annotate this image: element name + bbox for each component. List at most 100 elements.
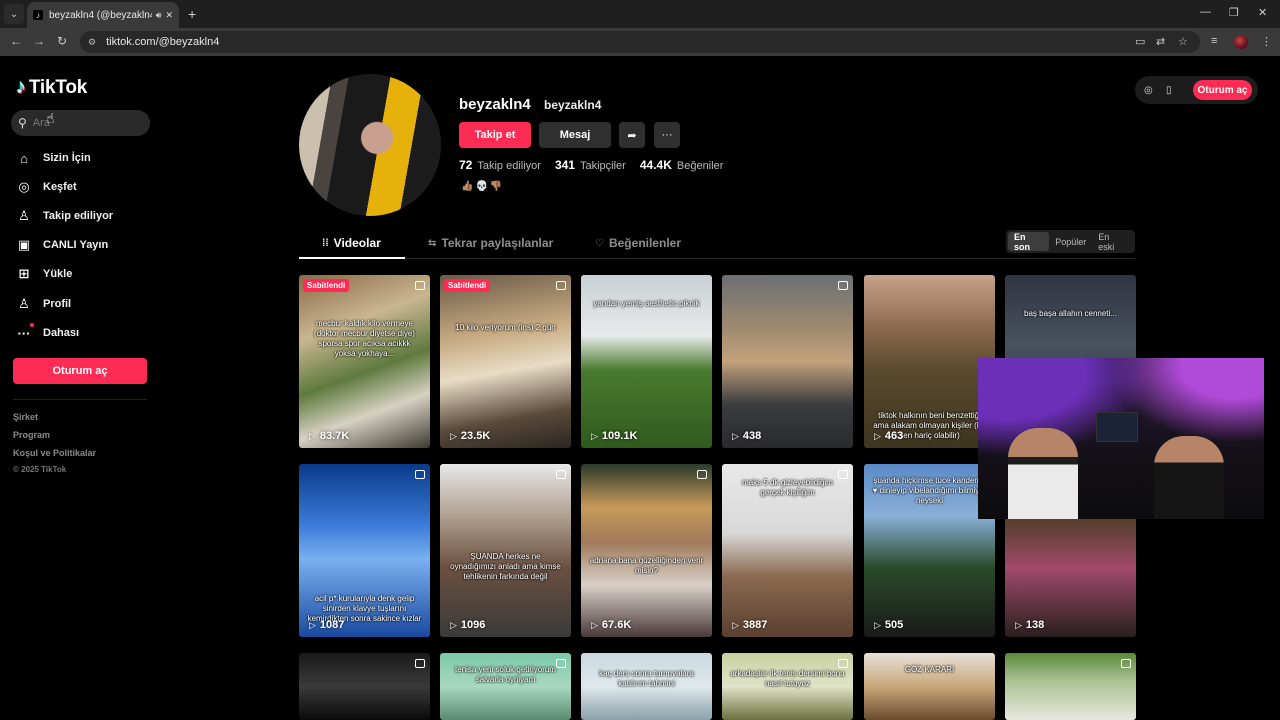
share-button[interactable]: ➦	[619, 122, 645, 148]
reload-icon[interactable]: ↻	[57, 34, 67, 48]
footer-link-program[interactable]: Program	[13, 430, 50, 440]
sidebar-item-label: CANLI Yayın	[43, 239, 109, 251]
video-thumbnail[interactable]: tiktok halkının beni benzettiği ama alak…	[864, 275, 995, 448]
search-box[interactable]: ⚲	[11, 110, 150, 136]
play-icon: ▷	[450, 430, 457, 441]
play-icon: ▷	[450, 619, 457, 630]
sort-oldest[interactable]: En eski	[1092, 232, 1133, 252]
video-caption: şuanda hiçkimse tuce kandemir ♥ dinleyip…	[872, 476, 987, 505]
window-close-icon[interactable]: ✕	[1258, 6, 1267, 19]
video-thumbnail[interactable]: Sabitlendi mecbur kaldık kilo vermeye (do…	[299, 275, 430, 448]
copyright-text: © 2025 TikTok	[13, 465, 67, 474]
view-count-value: 3887	[742, 619, 768, 631]
video-thumbnail[interactable]: arkadaşlar ilk tenis dersimi bonu nasıl …	[722, 653, 853, 720]
restore-icon[interactable]: ❐	[1229, 6, 1239, 19]
video-thumbnail[interactable]: Sabitlendi 10 kilo veriyorum (ins) 2 gün ▷…	[440, 275, 571, 448]
compass-icon[interactable]: ◎	[1144, 85, 1153, 96]
sidebar-login-button[interactable]: Oturum aç	[13, 358, 147, 384]
sort-latest[interactable]: En son	[1008, 232, 1050, 252]
play-icon: ▷	[591, 619, 598, 630]
footer-link-company[interactable]: Şirket	[13, 412, 38, 422]
repost-icon: ⇆	[428, 237, 437, 249]
video-thumbnail[interactable]	[299, 653, 430, 720]
sidebar-item-label: Keşfet	[43, 181, 77, 193]
tab-label: Videolar	[333, 236, 381, 250]
active-tab-indicator	[299, 257, 405, 259]
stat-label: Beğeniler	[676, 160, 724, 172]
sidebar-item-explore[interactable]: ◎ Keşfet	[14, 176, 77, 198]
video-thumbnail[interactable]: şuanda hiçkimse tuce kandemir ♥ dinleyip…	[864, 464, 995, 637]
site-info-icon[interactable]: ⚙	[88, 37, 96, 48]
address-bar[interactable]: ⚙ tiktok.com/@beyzakln4	[80, 31, 1200, 53]
mobile-app-icon[interactable]: ▯	[1166, 85, 1172, 96]
sidebar-item-profile[interactable]: ♙ Profil	[14, 293, 71, 315]
video-caption: yandan yemiş aesthetic piknik	[593, 299, 700, 308]
more-options-button[interactable]: ···	[654, 122, 680, 148]
play-icon: ▷	[591, 430, 598, 441]
footer-link-terms[interactable]: Koşul ve Politikalar	[13, 448, 96, 458]
audio-playing-icon[interactable]: 🔊︎	[156, 10, 162, 21]
video-thumbnail[interactable]: adriana bana güzelliğinden verir misin? ▷…	[581, 464, 712, 637]
photo-carousel-icon	[1121, 659, 1131, 668]
browser-tab[interactable]: ♪ beyzakln4 (@beyzakln4) | TikTok 🔊︎ ✕	[27, 2, 179, 28]
stat-likes: 44.4K Beğeniler	[640, 158, 724, 172]
photo-carousel-icon	[415, 470, 425, 479]
video-thumbnail[interactable]	[1005, 653, 1136, 720]
message-button[interactable]: Mesaj	[539, 122, 611, 148]
sort-toggle: En son Popüler En eski	[1006, 230, 1135, 253]
sidebar-item-more[interactable]: ··· Dahası	[14, 322, 79, 344]
back-icon[interactable]: ←	[10, 34, 22, 48]
view-count-value: 505	[884, 619, 904, 631]
sidebar-item-upload[interactable]: ⊞ Yükle	[14, 263, 73, 285]
video-caption: 10 kilo veriyorum (ins) 2 gün	[455, 323, 556, 332]
browser-profile-avatar[interactable]	[1234, 35, 1248, 49]
reading-list-icon[interactable]: ≡	[1211, 35, 1217, 47]
follow-button[interactable]: Takip et	[459, 122, 531, 148]
tiktok-logo[interactable]: ♪ TikTok	[16, 76, 87, 99]
video-thumbnail[interactable]: yandan yemiş aesthetic piknik ▷ 109.1K	[581, 275, 712, 448]
photo-carousel-icon	[697, 470, 707, 479]
sort-popular[interactable]: Popüler	[1049, 232, 1092, 251]
video-thumbnail[interactable]: ŞUANDA herkes ne oynadığımızı anladı ama…	[440, 464, 571, 637]
minimize-icon[interactable]: —	[1200, 6, 1211, 18]
pinned-badge: Sabitlendi	[303, 279, 350, 292]
tab-videos[interactable]: ⁞⁞ Videolar	[322, 236, 381, 250]
view-count-value: 438	[742, 430, 762, 442]
sidebar: ♪ TikTok ⚲ ☝ ⌂ Sizin İçin ◎ Keşfet ♙ Tak…	[0, 56, 160, 720]
stat-followers[interactable]: 341 Takipçiler	[555, 158, 626, 172]
sidebar-item-following[interactable]: ♙ Takip ediliyor	[14, 205, 113, 227]
view-count: ▷ 67.6K	[591, 619, 631, 631]
new-tab-button[interactable]: +	[188, 6, 196, 22]
video-thumbnail[interactable]: GÖZ KARARI	[864, 653, 995, 720]
tab-search-button[interactable]: ⌄	[4, 4, 24, 24]
tab-liked[interactable]: ♡ Beğenilenler	[595, 236, 681, 250]
browser-menu-icon[interactable]: ⋮	[1261, 35, 1272, 48]
browser-toolbar: ← → ↻ ⚙ tiktok.com/@beyzakln4 ▭ ⇄ ☆ ≡ ⋮	[0, 28, 1280, 56]
grid-icon: ⁞⁞	[322, 237, 329, 249]
profile-avatar[interactable]	[299, 74, 441, 216]
video-thumbnail[interactable]: ▷ 438	[722, 275, 853, 448]
video-thumbnail[interactable]: tenisa yeni soluk getiriyorum salvarla o…	[440, 653, 571, 720]
sidebar-item-label: Dahası	[43, 327, 80, 339]
header-login-button[interactable]: Oturum aç	[1193, 80, 1252, 100]
video-thumbnail[interactable]: maks 5 dk gizleyebildiğim gerçek kişiliğ…	[722, 464, 853, 637]
video-caption: kaç ders sonra turnuvalara katılırım tah…	[599, 669, 694, 688]
tab-reposts[interactable]: ⇆ Tekrar paylaşılanlar	[428, 236, 553, 250]
view-count: ▷ 463	[874, 430, 903, 442]
view-count: ▷ 1096	[450, 619, 485, 631]
view-count: ▷ 83.7K	[309, 430, 349, 442]
stat-following[interactable]: 72 Takip ediliyor	[459, 158, 541, 172]
video-thumbnail[interactable]: kaç ders sonra turnuvalara katılırım tah…	[581, 653, 712, 720]
sidebar-item-live[interactable]: ▣ CANLI Yayın	[14, 234, 108, 256]
cast-icon[interactable]: ▭	[1135, 35, 1145, 48]
mouse-cursor-icon: ☝	[46, 110, 55, 126]
play-icon: ▷	[874, 430, 881, 441]
video-thumbnail[interactable]: acil p* kurularıyla denk gelip sinirden …	[299, 464, 430, 637]
tab-close-icon[interactable]: ✕	[165, 10, 173, 21]
sidebar-item-for-you[interactable]: ⌂ Sizin İçin	[14, 147, 91, 169]
bookmark-star-icon[interactable]: ☆	[1178, 35, 1188, 48]
translate-icon[interactable]: ⇄	[1156, 35, 1165, 48]
forward-icon[interactable]: →	[33, 34, 45, 48]
profile-bio: 👍🏽💀👎🏽	[461, 181, 505, 192]
photo-carousel-icon	[415, 659, 425, 668]
